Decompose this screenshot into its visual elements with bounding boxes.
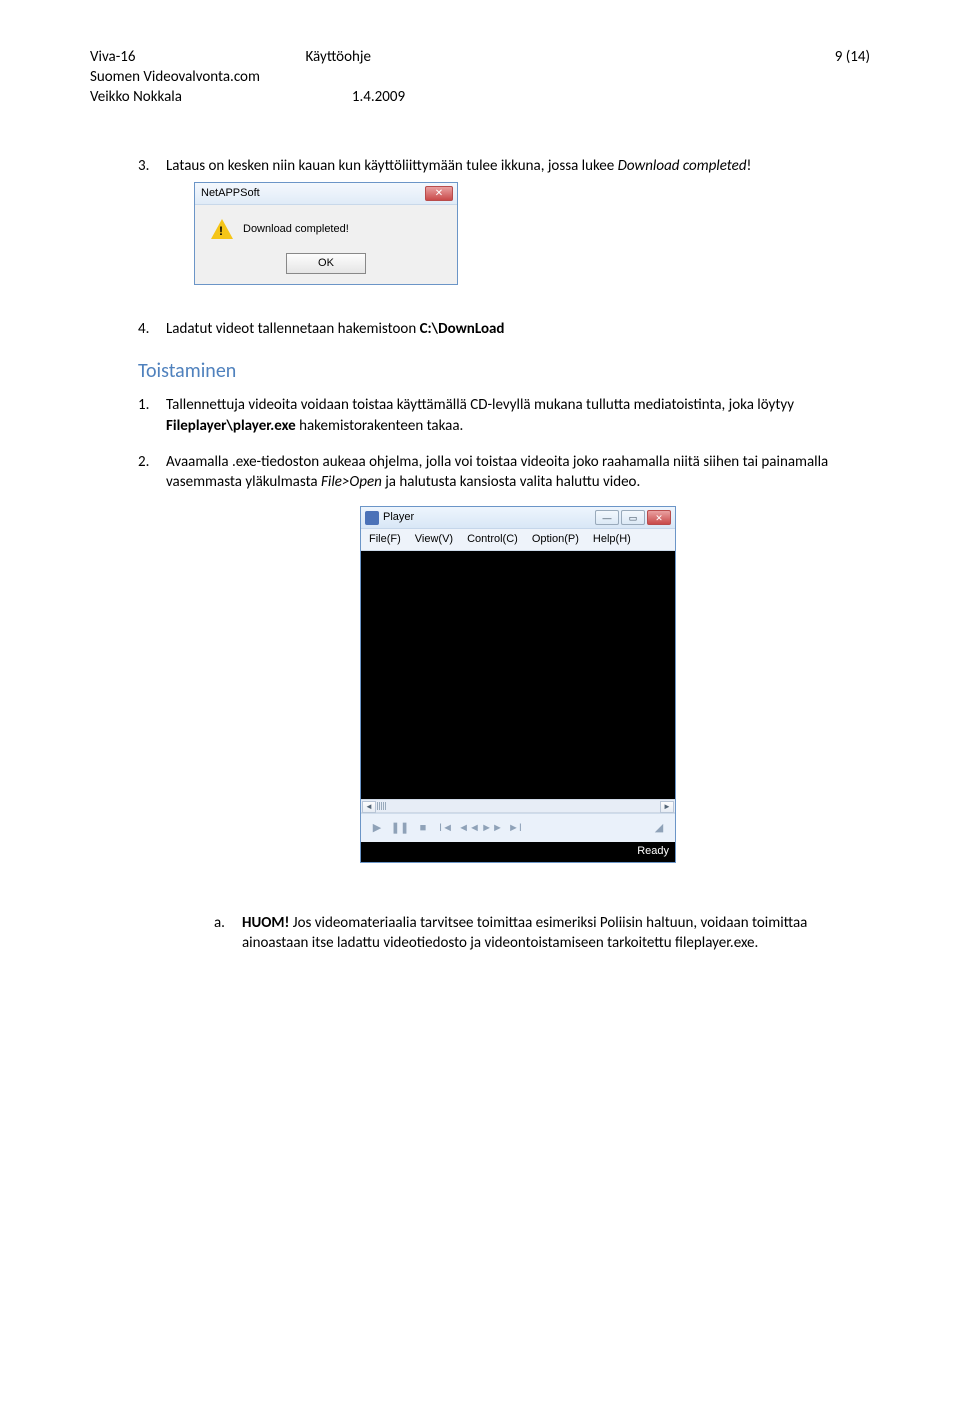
prev-icon[interactable]: I◄ xyxy=(438,820,454,836)
menu-control[interactable]: Control(C) xyxy=(467,532,518,547)
player-app-icon xyxy=(365,511,379,525)
rewind-icon[interactable]: ◄◄ xyxy=(461,820,477,836)
toistaminen-item-2: 2. Avaamalla .exe-tiedoston aukeaa ohjel… xyxy=(138,452,870,954)
next-icon[interactable]: ►I xyxy=(507,820,523,836)
header-org: Suomen Videovalvonta.com xyxy=(90,68,260,86)
player-titlebar: Player — ▭ ✕ xyxy=(361,507,675,529)
play-icon[interactable]: ▶ xyxy=(369,820,385,836)
pause-icon[interactable]: ❚❚ xyxy=(392,820,408,836)
minimize-icon[interactable]: — xyxy=(595,510,619,525)
player-title: Player xyxy=(383,510,414,525)
netappsoft-dialog: NetAPPSoft ✕ Download completed! OK xyxy=(194,182,458,285)
warning-icon xyxy=(211,219,233,239)
close-icon[interactable]: ✕ xyxy=(647,510,671,525)
list-item-4: 4. Ladatut videot tallennetaan hakemisto… xyxy=(138,319,870,339)
scroll-left-icon[interactable]: ◄ xyxy=(362,801,376,813)
video-canvas[interactable] xyxy=(361,551,675,799)
menu-option[interactable]: Option(P) xyxy=(532,532,579,547)
player-scrollbar[interactable]: ◄ ► xyxy=(361,799,675,813)
header-page-number: 9 (14) xyxy=(835,48,870,66)
list-item-3: 3. Lataus on kesken niin kauan kun käytt… xyxy=(138,156,870,303)
player-window: Player — ▭ ✕ File(F) View(V) Control(C) … xyxy=(360,506,676,863)
header-title-left: Viva-16 xyxy=(90,48,136,66)
player-controls: ▶ ❚❚ ■ I◄ ◄◄ ►► ►I ◢ xyxy=(361,813,675,842)
dialog-title: NetAPPSoft xyxy=(201,186,260,201)
scroll-right-icon[interactable]: ► xyxy=(660,801,674,813)
volume-icon[interactable]: ◢ xyxy=(651,820,667,836)
close-icon[interactable]: ✕ xyxy=(425,186,453,201)
header-title-center: Käyttöohje xyxy=(136,48,835,66)
header-date: 1.4.2009 xyxy=(182,88,870,106)
maximize-icon[interactable]: ▭ xyxy=(621,510,645,525)
document-body: 3. Lataus on kesken niin kauan kun käytt… xyxy=(90,156,870,954)
menu-file[interactable]: File(F) xyxy=(369,532,401,547)
player-menubar: File(F) View(V) Control(C) Option(P) Hel… xyxy=(361,529,675,551)
page-header: Viva-16 Käyttöohje 9 (14) Suomen Videova… xyxy=(90,48,870,106)
player-status: Ready xyxy=(361,842,675,862)
dialog-message: Download completed! xyxy=(243,222,349,237)
section-title-toistaminen: Toistaminen xyxy=(138,359,870,383)
toistaminen-item-1: 1. Tallennettuja videoita voidaan toista… xyxy=(138,395,870,436)
menu-view[interactable]: View(V) xyxy=(415,532,453,547)
header-author: Veikko Nokkala xyxy=(90,88,182,106)
menu-help[interactable]: Help(H) xyxy=(593,532,631,547)
note-a: a. HUOM! Jos videomateriaalia tarvitsee … xyxy=(166,913,870,954)
forward-icon[interactable]: ►► xyxy=(484,820,500,836)
ok-button[interactable]: OK xyxy=(286,253,366,274)
stop-icon[interactable]: ■ xyxy=(415,820,431,836)
dialog-titlebar: NetAPPSoft ✕ xyxy=(195,183,457,205)
